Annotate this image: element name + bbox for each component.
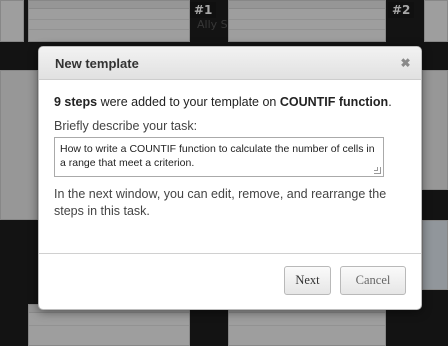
next-window-note: In the next window, you can edit, remove… — [54, 187, 387, 218]
dialog-header: New template ✖ — [39, 47, 421, 80]
task-description-field[interactable]: How to write a COUNTIF function to calcu… — [55, 138, 383, 176]
next-button[interactable]: Next — [284, 266, 331, 295]
task-description-field-wrapper: How to write a COUNTIF function to calcu… — [54, 137, 384, 177]
dialog-footer: Next Cancel — [39, 253, 421, 309]
new-template-dialog: New template ✖ 9 steps were added to you… — [38, 46, 422, 310]
task-description-label: Briefly describe your task: — [54, 119, 198, 133]
intro-message: 9 steps were added to your template on C… — [54, 94, 406, 111]
template-function-name: COUNTIF function — [279, 95, 389, 109]
step-count: 9 steps — [54, 95, 98, 109]
cancel-button[interactable]: Cancel — [340, 266, 406, 295]
intro-period: . — [388, 95, 392, 109]
resize-handle-icon[interactable] — [374, 167, 381, 174]
dialog-body: 9 steps were added to your template on C… — [39, 80, 421, 220]
intro-text: were added to your template on — [97, 95, 280, 109]
close-icon[interactable]: ✖ — [398, 56, 413, 71]
dialog-title: New template — [55, 56, 139, 71]
